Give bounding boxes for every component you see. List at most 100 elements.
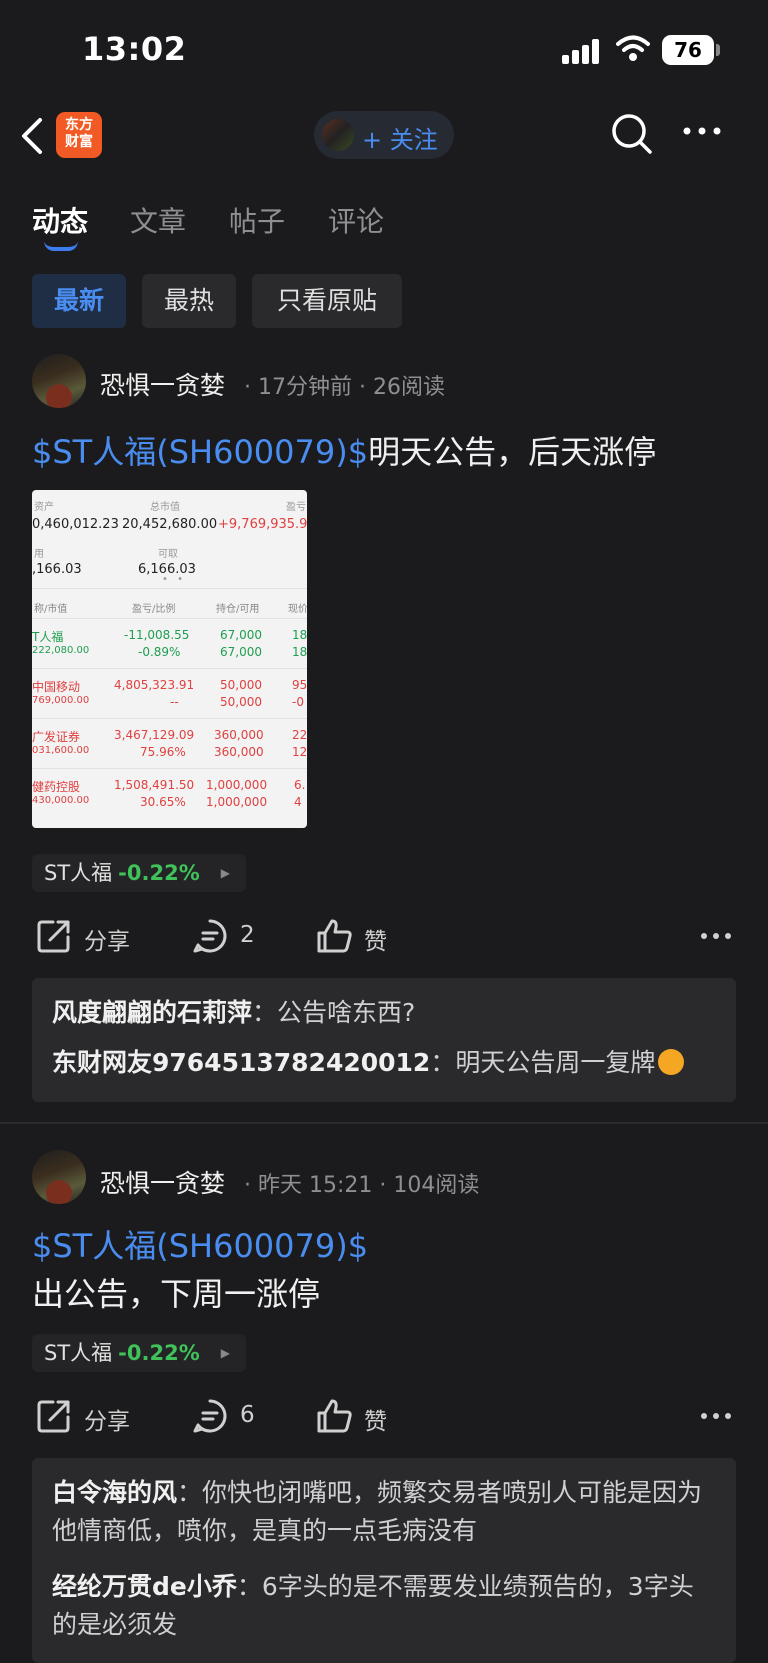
grinning-emoji-icon bbox=[658, 1049, 685, 1075]
author-name[interactable]: 恐惧一贪婪 bbox=[100, 1164, 225, 1200]
like-label[interactable]: 赞 bbox=[364, 1402, 387, 1436]
avatar[interactable] bbox=[32, 1150, 86, 1204]
thumbs-up-icon[interactable] bbox=[316, 918, 354, 954]
image-label: 盈亏 bbox=[286, 502, 306, 513]
post-meta: · 昨天 15:21 · 104阅读 bbox=[244, 1173, 480, 1198]
image-cell: 6. bbox=[294, 778, 306, 792]
stock-change: -0.22% bbox=[118, 861, 200, 885]
comment-item[interactable]: 白令海的风：你快也闭嘴吧，频繁交易者喷别人可能是因为他情商低，喷你，是真的一点毛… bbox=[52, 1474, 716, 1550]
comment-item[interactable]: 东财网友9764513782420012：明天公告周一复牌 bbox=[52, 1044, 716, 1082]
image-cell: 031,600.00 bbox=[32, 745, 90, 756]
image-cell: -- bbox=[170, 695, 179, 709]
image-cell: 67,000 bbox=[220, 645, 262, 659]
stock-tag-link[interactable]: $ST人福(SH600079)$ bbox=[32, 1222, 732, 1270]
image-cell: 50,000 bbox=[220, 695, 262, 709]
post-time: 17分钟前 bbox=[258, 375, 352, 400]
image-cell: -11,008.55 bbox=[124, 628, 190, 642]
image-header: 持仓/可用 bbox=[216, 604, 260, 615]
post-text[interactable]: $ST人福(SH600079)$明天公告，后天涨停 bbox=[32, 428, 732, 476]
filter-original-only[interactable]: 只看原贴 bbox=[252, 274, 402, 328]
follow-button[interactable]: + 关注 bbox=[314, 111, 454, 159]
divider bbox=[32, 768, 307, 769]
active-tab-indicator bbox=[44, 241, 78, 251]
image-cell: 222,080.00 bbox=[32, 645, 90, 656]
image-cell: -0 bbox=[292, 695, 304, 709]
share-icon[interactable] bbox=[36, 1398, 72, 1434]
commenter-name[interactable]: 经纶万贯de小乔 bbox=[52, 1572, 237, 1601]
app-logo: 东方 财富 bbox=[56, 112, 102, 158]
post-meta: · 17分钟前 · 26阅读 bbox=[244, 375, 445, 400]
post-divider bbox=[0, 1122, 768, 1124]
divider bbox=[32, 618, 307, 619]
author-name[interactable]: 恐惧一贪婪 bbox=[100, 366, 225, 402]
cellular-signal-icon bbox=[562, 38, 600, 64]
logo-line-1: 东方 bbox=[65, 117, 93, 133]
stock-name: ST人福 bbox=[44, 861, 113, 885]
read-count: 26阅读 bbox=[372, 375, 445, 400]
stock-quote-chip[interactable]: ST人福 -0.22% ▶ bbox=[32, 1334, 246, 1372]
follow-label: + 关注 bbox=[362, 126, 438, 154]
post-body: 明天公告，后天涨停 bbox=[368, 433, 657, 471]
stock-quote-chip[interactable]: ST人福 -0.22% ▶ bbox=[32, 854, 246, 892]
comment-text: 明天公告周一复牌 bbox=[455, 1048, 656, 1077]
image-header: 现价 bbox=[288, 604, 307, 615]
image-value: ,166.03 bbox=[32, 562, 82, 577]
image-label: 用 bbox=[34, 549, 44, 560]
image-cell: 12 bbox=[292, 745, 307, 759]
battery-tip bbox=[716, 44, 720, 56]
play-arrow-icon: ▶ bbox=[220, 866, 230, 880]
battery-level: 76 bbox=[662, 35, 714, 65]
thumbs-up-icon[interactable] bbox=[316, 1398, 354, 1434]
avatar[interactable] bbox=[32, 354, 86, 408]
commenter-name[interactable]: 白令海的风 bbox=[52, 1478, 177, 1507]
image-cell: 4 bbox=[294, 795, 302, 809]
comment-preview-box[interactable]: 白令海的风：你快也闭嘴吧，频繁交易者喷别人可能是因为他情商低，喷你，是真的一点毛… bbox=[32, 1458, 736, 1663]
image-cell: 30.65% bbox=[140, 795, 186, 809]
share-icon[interactable] bbox=[36, 918, 72, 954]
share-label[interactable]: 分享 bbox=[84, 922, 130, 956]
page-dots: • • bbox=[162, 574, 186, 585]
commenter-name[interactable]: 东财网友9764513782420012 bbox=[52, 1048, 430, 1077]
image-label: 可取 bbox=[158, 549, 178, 560]
image-label: 总市值 bbox=[150, 502, 180, 513]
image-cell: 4,805,323.91 bbox=[114, 678, 195, 692]
post-image[interactable]: 资产 总市值 盈亏 0,460,012.23 20,452,680.00 +9,… bbox=[32, 490, 307, 828]
back-arrow-icon[interactable] bbox=[18, 116, 48, 156]
comment-count[interactable]: 6 bbox=[240, 1402, 255, 1428]
tab-posts[interactable]: 帖子 bbox=[229, 200, 285, 240]
status-time: 13:02 bbox=[82, 30, 187, 68]
comment-count[interactable]: 2 bbox=[240, 922, 255, 948]
tab-articles[interactable]: 文章 bbox=[130, 200, 186, 240]
stock-tag-link[interactable]: $ST人福(SH600079)$ bbox=[32, 433, 368, 471]
more-options-icon[interactable] bbox=[700, 1412, 732, 1420]
comment-item[interactable]: 风度翩翩的石莉萍：公告啥东西? bbox=[52, 994, 716, 1032]
share-label[interactable]: 分享 bbox=[84, 1402, 130, 1436]
image-cell: 95. bbox=[292, 678, 307, 692]
comment-icon[interactable] bbox=[192, 1398, 228, 1434]
post-text[interactable]: $ST人福(SH600079)$ 出公告，下周一涨停 bbox=[32, 1222, 732, 1318]
comment-item[interactable]: 经纶万贯de小乔：6字头的是不需要发业绩预告的，3字头的是必须发 bbox=[52, 1568, 716, 1644]
wifi-icon bbox=[616, 35, 650, 61]
comment-preview-box[interactable]: 风度翩翩的石莉萍：公告啥东西? 东财网友9764513782420012：明天公… bbox=[32, 978, 736, 1102]
filter-latest[interactable]: 最新 bbox=[32, 274, 126, 328]
like-label[interactable]: 赞 bbox=[364, 922, 387, 956]
filter-hottest[interactable]: 最热 bbox=[142, 274, 236, 328]
divider bbox=[32, 588, 307, 589]
image-header: 称/市值 bbox=[34, 604, 68, 615]
commenter-name[interactable]: 风度翩翩的石莉萍 bbox=[52, 998, 252, 1027]
more-options-icon[interactable] bbox=[700, 932, 732, 940]
search-icon[interactable] bbox=[610, 112, 654, 156]
image-cell: 769,000.00 bbox=[32, 695, 90, 706]
tab-comments[interactable]: 评论 bbox=[328, 200, 384, 240]
image-cell: 360,000 bbox=[214, 745, 264, 759]
image-header: 盈亏/比例 bbox=[132, 604, 176, 615]
image-cell: 22 bbox=[292, 728, 307, 742]
comment-icon[interactable] bbox=[192, 918, 228, 954]
divider bbox=[32, 718, 307, 719]
tab-dynamics[interactable]: 动态 bbox=[32, 200, 88, 240]
more-options-icon[interactable] bbox=[682, 126, 722, 136]
post-body: 出公告，下周一涨停 bbox=[32, 1275, 321, 1313]
image-cell: 1,000,000 bbox=[206, 778, 268, 792]
image-cell: 广发证券 bbox=[32, 730, 81, 744]
image-cell: 50,000 bbox=[220, 678, 262, 692]
